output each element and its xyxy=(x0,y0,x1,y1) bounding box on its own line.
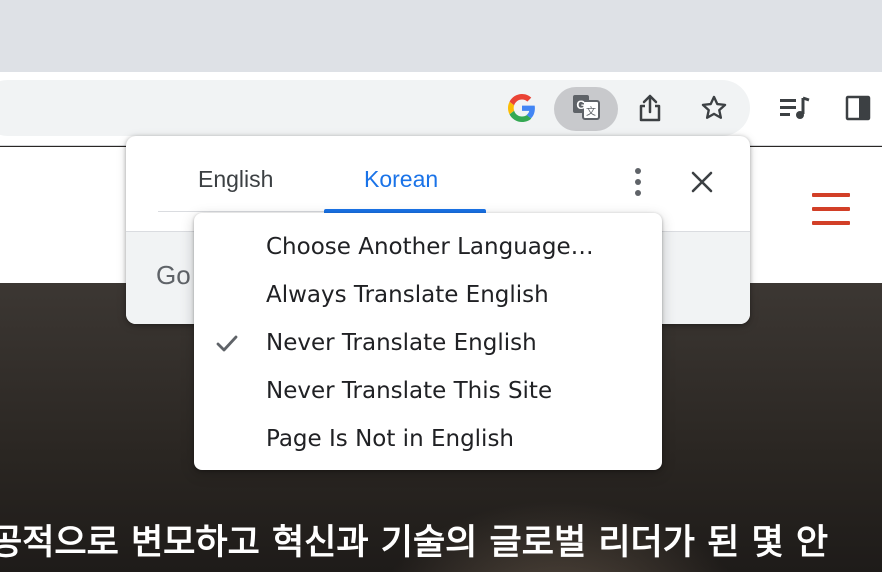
google-icon[interactable] xyxy=(502,88,542,128)
translate-icon: G 文 xyxy=(571,92,601,127)
tab-korean[interactable]: Korean xyxy=(364,166,438,193)
reading-list-icon[interactable] xyxy=(774,88,814,128)
more-options-icon[interactable] xyxy=(620,164,656,200)
menu-item-page-not-in-language[interactable]: Page Is Not in English xyxy=(194,415,662,463)
tab-strip xyxy=(0,0,882,72)
hero-caption: 공적으로 변모하고 혁신과 기술의 글로벌 리더가 된 몇 안 xyxy=(0,523,829,563)
side-panel-icon[interactable] xyxy=(838,88,878,128)
toolbar xyxy=(0,72,882,146)
close-icon[interactable] xyxy=(684,164,720,200)
menu-hamburger-icon[interactable] xyxy=(812,193,850,225)
checkmark-icon xyxy=(214,331,240,357)
svg-text:文: 文 xyxy=(586,105,596,118)
translate-options-menu: Choose Another Language… Always Translat… xyxy=(194,213,662,470)
menu-item-always-translate[interactable]: Always Translate English xyxy=(194,271,662,319)
bookmark-star-icon[interactable] xyxy=(694,88,734,128)
menu-item-label: Never Translate English xyxy=(266,330,537,356)
google-branding: Go xyxy=(156,260,191,290)
menu-item-label: Choose Another Language… xyxy=(266,234,594,260)
share-icon[interactable] xyxy=(630,88,670,128)
translate-button[interactable]: G 文 xyxy=(554,87,618,131)
menu-item-label: Never Translate This Site xyxy=(266,378,553,404)
menu-item-label: Always Translate English xyxy=(266,282,549,308)
menu-item-choose-language[interactable]: Choose Another Language… xyxy=(194,223,662,271)
menu-item-never-translate-language[interactable]: Never Translate English xyxy=(194,319,662,367)
svg-text:G: G xyxy=(576,98,585,112)
tab-english[interactable]: English xyxy=(198,166,273,193)
menu-item-never-translate-site[interactable]: Never Translate This Site xyxy=(194,367,662,415)
tab-divider xyxy=(158,211,324,212)
menu-item-label: Page Is Not in English xyxy=(266,426,515,452)
